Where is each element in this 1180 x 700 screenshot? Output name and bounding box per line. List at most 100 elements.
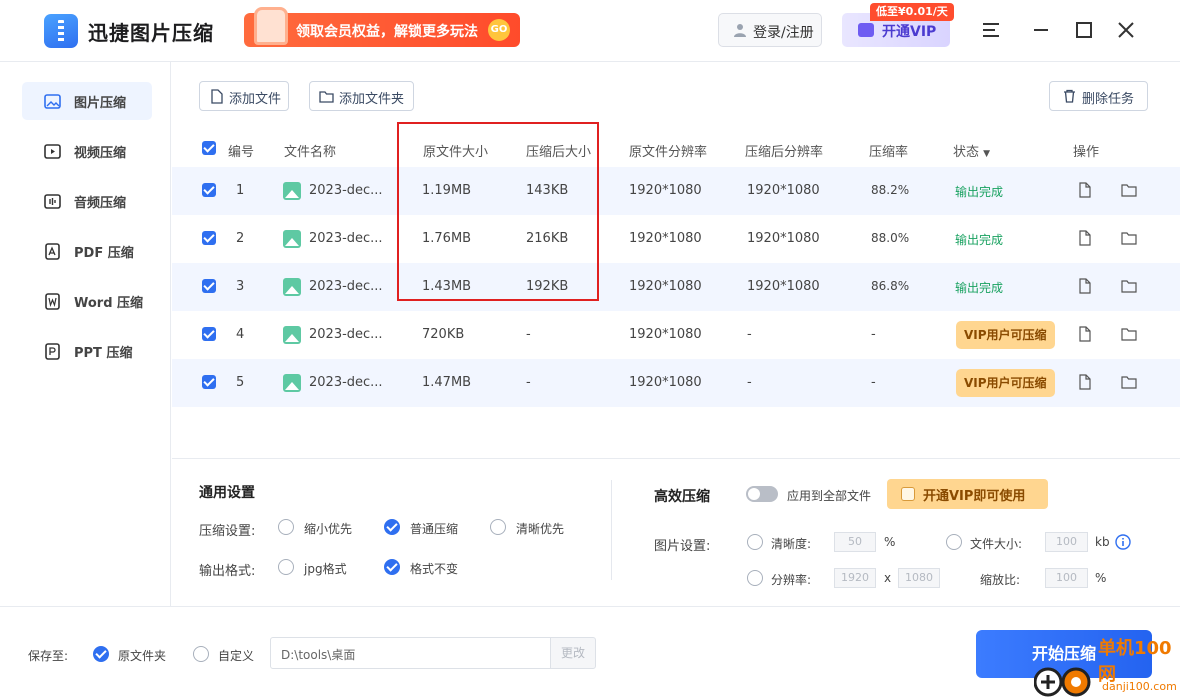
minimize-icon[interactable] [1030, 19, 1052, 41]
header-status[interactable]: 状态 ▼ [953, 141, 990, 160]
delete-task-button[interactable]: 删除任务 [1049, 81, 1148, 111]
scale-unit: % [1095, 571, 1107, 585]
comp-res: - [747, 327, 752, 342]
radio-jpg-format[interactable] [278, 559, 294, 575]
file-icon[interactable] [1077, 230, 1093, 246]
file-size-label: 文件大小: [970, 537, 1023, 551]
clarity-input[interactable]: 50 [834, 532, 876, 552]
open-folder-icon[interactable] [1121, 326, 1137, 342]
row-checkbox[interactable] [202, 327, 216, 341]
watermark-text: 单机100网 [1098, 638, 1172, 685]
scale-input[interactable]: 100 [1045, 568, 1088, 588]
radio-resolution[interactable] [747, 570, 763, 586]
resolution-height-input[interactable]: 1080 [898, 568, 940, 588]
vip-use-label: 开通VIP即可使用 [923, 489, 1026, 504]
comp-res: 1920*1080 [747, 279, 820, 294]
promo-banner[interactable]: 领取会员权益，解锁更多玩法 GO [244, 7, 520, 47]
close-icon[interactable] [1115, 19, 1137, 41]
efficient-compress-title: 高效压缩 [654, 489, 710, 505]
comp-size: - [526, 375, 531, 390]
save-path-input[interactable]: D:\tools\桌面 [270, 637, 551, 669]
sidebar-item-ppt[interactable]: PPT 压缩 [22, 332, 152, 370]
sidebar-item-label: PDF 压缩 [74, 246, 134, 261]
vip-use-button[interactable]: 开通VIP即可使用 [887, 479, 1048, 509]
file-name: 2023-dec... [309, 375, 383, 390]
save-to-label: 保存至: [28, 649, 69, 663]
add-file-button[interactable]: 添加文件 [199, 81, 289, 111]
open-folder-icon[interactable] [1121, 230, 1137, 246]
change-path-button[interactable]: 更改 [550, 637, 596, 669]
trash-icon [1064, 89, 1075, 103]
header-ops: 操作 [1073, 145, 1100, 160]
resolution-label: 分辨率: [771, 573, 812, 587]
option-clarity-first: 清晰优先 [516, 522, 565, 536]
option-jpg-format: jpg格式 [304, 562, 347, 576]
header-index: 编号 [228, 145, 255, 160]
comp-res: - [747, 375, 752, 390]
pdf-icon [45, 243, 60, 260]
row-index: 4 [236, 327, 245, 342]
radio-orig-folder[interactable] [93, 646, 109, 662]
title-bar: 迅捷图片压缩 领取会员权益，解锁更多玩法 GO 登录/注册 开通VIP 低至¥0… [0, 0, 1180, 62]
resolution-width-input[interactable]: 1920 [834, 568, 876, 588]
header-orig-res: 原文件分辨率 [629, 145, 708, 160]
row-checkbox[interactable] [202, 279, 216, 293]
row-checkbox[interactable] [202, 231, 216, 245]
file-add-icon [211, 89, 223, 104]
crown-icon [858, 23, 874, 37]
table-row[interactable]: 1 2023-dec... 1.19MB 143KB 1920*1080 192… [172, 167, 1180, 215]
maximize-icon[interactable] [1073, 19, 1095, 41]
sidebar-item-video[interactable]: 视频压缩 [22, 132, 152, 170]
vip-compress-badge[interactable]: VIP用户可压缩 [956, 321, 1055, 349]
row-checkbox[interactable] [202, 183, 216, 197]
sidebar-item-pdf[interactable]: PDF 压缩 [22, 232, 152, 270]
row-checkbox[interactable] [202, 375, 216, 389]
radio-clarity[interactable] [747, 534, 763, 550]
radio-normal-compress[interactable] [384, 519, 400, 535]
menu-icon[interactable] [980, 19, 1002, 41]
table-row[interactable]: 3 2023-dec... 1.43MB 192KB 1920*1080 192… [172, 263, 1180, 311]
file-size-unit: kb [1095, 535, 1110, 549]
select-all-checkbox[interactable] [202, 141, 216, 155]
radio-file-size[interactable] [946, 534, 962, 550]
general-settings-title: 通用设置 [199, 485, 255, 501]
file-icon[interactable] [1077, 182, 1093, 198]
add-folder-button[interactable]: 添加文件夹 [309, 81, 414, 111]
vip-compress-badge[interactable]: VIP用户可压缩 [956, 369, 1055, 397]
ratio: 86.8% [871, 279, 910, 293]
info-icon[interactable] [1115, 534, 1131, 550]
radio-clarity-first[interactable] [490, 519, 506, 535]
comp-res: 1920*1080 [747, 183, 820, 198]
open-folder-icon[interactable] [1121, 182, 1137, 198]
radio-keep-format[interactable] [384, 559, 400, 575]
video-icon [44, 144, 61, 159]
clarity-label: 清晰度: [771, 537, 812, 551]
open-folder-icon[interactable] [1121, 278, 1137, 294]
sidebar-item-image[interactable]: 图片压缩 [22, 82, 152, 120]
option-keep-format: 格式不变 [410, 562, 459, 576]
sidebar-item-label: Word 压缩 [74, 296, 144, 311]
apply-all-toggle[interactable] [746, 486, 778, 502]
delete-task-label: 删除任务 [1082, 92, 1135, 107]
file-name: 2023-dec... [309, 231, 383, 246]
file-icon[interactable] [1077, 326, 1093, 342]
sidebar-item-audio[interactable]: 音频压缩 [22, 182, 152, 220]
resolution-x: x [884, 571, 892, 585]
login-button[interactable]: 登录/注册 [718, 13, 822, 47]
user-icon [734, 24, 746, 37]
file-size-input[interactable]: 100 [1045, 532, 1088, 552]
radio-shrink-first[interactable] [278, 519, 294, 535]
open-folder-icon[interactable] [1121, 374, 1137, 390]
gift-icon [254, 7, 288, 45]
sidebar-item-word[interactable]: Word 压缩 [22, 282, 152, 320]
folder-icon [319, 91, 334, 103]
file-icon[interactable] [1077, 374, 1093, 390]
table-row[interactable]: 2 2023-dec... 1.76MB 216KB 1920*1080 192… [172, 215, 1180, 263]
header-name: 文件名称 [284, 145, 337, 160]
comp-size: - [526, 327, 531, 342]
table-row[interactable]: 5 2023-dec... 1.47MB - 1920*1080 - - VIP… [172, 359, 1180, 407]
image-thumb-icon [283, 278, 301, 296]
radio-custom[interactable] [193, 646, 209, 662]
table-row[interactable]: 4 2023-dec... 720KB - 1920*1080 - - VIP用… [172, 311, 1180, 359]
file-icon[interactable] [1077, 278, 1093, 294]
